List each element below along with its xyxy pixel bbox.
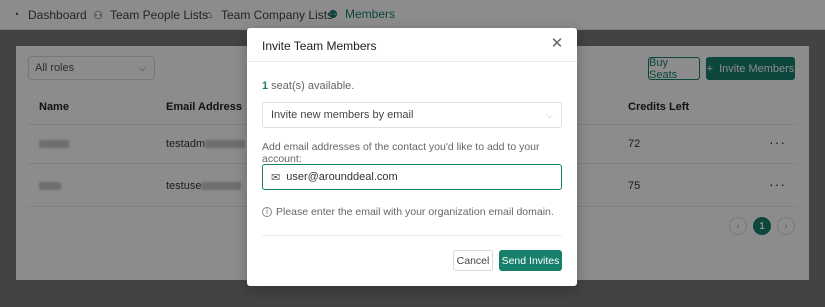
modal-divider: [262, 235, 562, 236]
cancel-label: Cancel: [456, 254, 490, 267]
seats-label: seat(s) available.: [268, 80, 355, 92]
email-field-hint: Add email addresses of the contact you'd…: [262, 141, 540, 165]
domain-note-text: Please enter the email with your organiz…: [276, 206, 554, 218]
info-icon: i: [262, 207, 272, 217]
seats-available-text: 1 seat(s) available.: [262, 80, 354, 92]
modal-title: Invite Team Members: [262, 39, 377, 53]
invite-method-value: Invite new members by email: [271, 109, 414, 121]
chevron-down-icon: ⌵: [546, 109, 553, 120]
email-field-value: user@arounddeal.com: [286, 171, 398, 183]
send-invites-button[interactable]: Send Invites: [499, 250, 562, 271]
email-field[interactable]: ✉ user@arounddeal.com: [262, 164, 562, 190]
close-icon[interactable]: ✕: [549, 36, 565, 52]
invite-members-modal: Invite Team Members ✕ 1 seat(s) availabl…: [247, 28, 577, 286]
mail-icon: ✉: [271, 171, 281, 184]
domain-note: i Please enter the email with your organ…: [262, 206, 554, 218]
invite-method-select[interactable]: Invite new members by email ⌵: [262, 102, 562, 128]
cancel-button[interactable]: Cancel: [453, 250, 493, 271]
modal-header: Invite Team Members ✕: [247, 28, 577, 62]
send-invites-label: Send Invites: [501, 254, 560, 267]
